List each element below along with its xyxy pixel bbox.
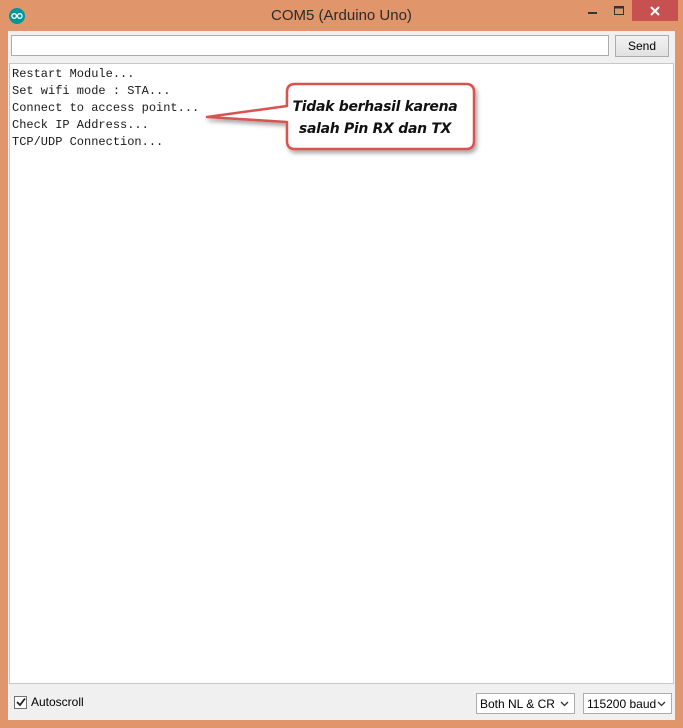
- serial-monitor-client: Send Restart Module... Set wifi mode : S…: [8, 31, 675, 720]
- minimize-icon: [587, 11, 597, 14]
- chevron-down-icon: [560, 701, 569, 707]
- autoscroll-toggle[interactable]: Autoscroll: [14, 695, 84, 709]
- minimize-button[interactable]: [579, 0, 606, 21]
- checkmark-icon: [15, 697, 26, 707]
- chevron-down-icon: [657, 701, 666, 707]
- output-line: TCP/UDP Connection...: [12, 135, 164, 149]
- line-ending-select[interactable]: Both NL & CR: [476, 693, 575, 714]
- baud-rate-value: 115200 baud: [587, 696, 657, 711]
- close-button[interactable]: [632, 0, 678, 21]
- autoscroll-checkbox[interactable]: [14, 695, 27, 709]
- serial-output[interactable]: Restart Module... Set wifi mode : STA...…: [9, 63, 674, 684]
- autoscroll-label: Autoscroll: [31, 695, 84, 709]
- output-line: Connect to access point...: [12, 101, 200, 115]
- maximize-icon: [614, 5, 624, 15]
- output-line: Restart Module...: [12, 67, 135, 81]
- baud-rate-select[interactable]: 115200 baud: [583, 693, 672, 714]
- line-ending-value: Both NL & CR: [480, 696, 555, 711]
- close-icon: [650, 5, 660, 16]
- send-button[interactable]: Send: [615, 35, 669, 57]
- output-line: Set wifi mode : STA...: [12, 84, 171, 98]
- title-bar[interactable]: COM5 (Arduino Uno): [0, 0, 683, 30]
- status-bar: Autoscroll Both NL & CR 115200 baud: [8, 686, 675, 720]
- serial-monitor-window: COM5 (Arduino Uno) Send Restart Module..…: [0, 0, 683, 728]
- send-input[interactable]: [11, 35, 609, 56]
- maximize-button[interactable]: [606, 0, 632, 21]
- output-line: Check IP Address...: [12, 118, 149, 132]
